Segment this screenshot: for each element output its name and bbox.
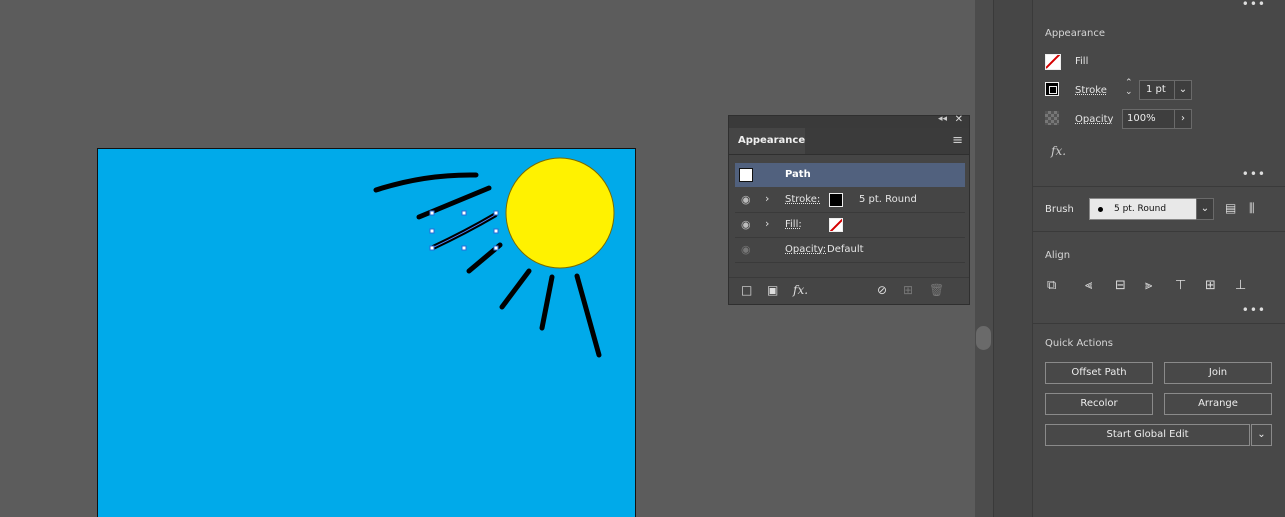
brush-value: 5 pt. Round: [1114, 204, 1167, 214]
add-stroke-icon[interactable]: □: [741, 283, 752, 297]
chevron-down-icon[interactable]: ⌄: [1251, 424, 1272, 446]
vertical-scrollbar[interactable]: [975, 0, 993, 517]
target-label: Path: [785, 169, 811, 180]
chevron-right-icon[interactable]: ›: [765, 192, 769, 205]
brush-dropdown[interactable]: 5 pt. Round: [1089, 198, 1197, 220]
panel-menu-icon[interactable]: ≡: [952, 133, 963, 148]
align-left-icon[interactable]: ⫷: [1085, 278, 1101, 294]
panel-footer: □ ▣ fx. ⊘ ⊞ 🗑: [729, 277, 969, 304]
quick-actions-section: Quick Actions Offset Path Join Recolor A…: [1033, 323, 1285, 463]
ray-down-left: [499, 268, 532, 310]
section-title: Align: [1045, 250, 1071, 261]
fill-swatch[interactable]: [1045, 54, 1061, 70]
visibility-eye-icon[interactable]: ◉: [741, 193, 755, 206]
opacity-row-value[interactable]: Default: [827, 244, 864, 255]
ray-down: [539, 274, 555, 331]
align-center-v-icon[interactable]: ⊞: [1205, 278, 1221, 294]
opacity-icon[interactable]: [1045, 111, 1059, 125]
fill-label: Fill: [1075, 56, 1089, 67]
ray-top-left: [373, 172, 479, 193]
align-right-icon[interactable]: ⫸: [1145, 278, 1161, 294]
stroke-row[interactable]: ◉ › Stroke: 5 pt. Round: [735, 188, 965, 213]
opacity-label[interactable]: Opacity: [1075, 114, 1113, 125]
brush-label: Brush: [1045, 204, 1074, 215]
collapse-icon[interactable]: ◂◂: [938, 114, 947, 124]
join-button[interactable]: Join: [1164, 362, 1272, 384]
chevron-right-icon[interactable]: ›: [765, 217, 769, 230]
tab-appearance[interactable]: Appearance: [729, 128, 805, 154]
properties-panel[interactable]: ••• Appearance Fill Stroke ⌃ ⌄ 1 pt ⌄ Opa…: [1032, 0, 1285, 517]
fill-none-swatch[interactable]: [829, 218, 843, 232]
appearance-panel[interactable]: ◂◂ ✕ Appearance ≡ Path ◉ › Stroke: 5 pt.…: [728, 114, 970, 305]
align-to-icon[interactable]: ⧉: [1047, 278, 1063, 294]
stroke-swatch[interactable]: [829, 193, 843, 207]
brush-libraries-icon[interactable]: ⫼: [1249, 201, 1255, 216]
opacity-row[interactable]: ◉ Opacity: Default: [735, 238, 965, 263]
align-top-icon[interactable]: ⊤: [1175, 278, 1191, 294]
fill-row[interactable]: ◉ › Fill:: [735, 213, 965, 238]
align-bottom-icon[interactable]: ⊥: [1235, 278, 1251, 294]
scroll-thumb[interactable]: [976, 326, 991, 350]
start-global-edit-button[interactable]: Start Global Edit: [1045, 424, 1250, 446]
more-options-icon[interactable]: •••: [1242, 0, 1266, 11]
stroke-swatch[interactable]: [1045, 82, 1059, 96]
path-thumbnail: [739, 168, 753, 182]
chevron-down-icon[interactable]: ⌄: [1174, 80, 1192, 100]
add-fill-icon[interactable]: ▣: [767, 283, 778, 297]
sun-shape: [505, 157, 615, 269]
section-title: Quick Actions: [1045, 338, 1113, 349]
recolor-button[interactable]: Recolor: [1045, 393, 1153, 415]
fill-row-label[interactable]: Fill:: [785, 219, 802, 230]
brush-options-icon[interactable]: ▤: [1225, 201, 1236, 215]
brush-section: Brush 5 pt. Round ⌄ ▤ ⫼: [1033, 186, 1285, 232]
ray-down-right: [574, 273, 602, 358]
visibility-eye-icon[interactable]: ◉: [741, 218, 755, 231]
appearance-section: Appearance Fill Stroke ⌃ ⌄ 1 pt ⌄ Opacity…: [1033, 14, 1285, 187]
more-options-icon[interactable]: •••: [1242, 303, 1266, 317]
stepper-icon[interactable]: ⌃ ⌄: [1125, 79, 1133, 97]
clear-appearance-icon[interactable]: ⊘: [877, 283, 887, 297]
panel-dock-strip: [993, 0, 1032, 517]
align-center-h-icon[interactable]: ⊟: [1115, 278, 1131, 294]
offset-path-button[interactable]: Offset Path: [1045, 362, 1153, 384]
panel-titlebar[interactable]: ◂◂ ✕: [729, 114, 969, 128]
chevron-down-icon[interactable]: ⌄: [1196, 198, 1214, 220]
fx-icon[interactable]: fx.: [793, 283, 808, 297]
stroke-value[interactable]: 5 pt. Round: [859, 194, 917, 205]
stroke-label[interactable]: Stroke: [1075, 85, 1107, 96]
duplicate-item-icon[interactable]: ⊞: [903, 283, 913, 297]
trash-icon[interactable]: 🗑: [929, 283, 944, 297]
fx-icon[interactable]: fx.: [1051, 144, 1066, 158]
stroke-row-label[interactable]: Stroke:: [785, 194, 820, 205]
opacity-row-label[interactable]: Opacity:: [785, 244, 826, 255]
target-row[interactable]: Path: [735, 163, 965, 187]
section-title: Appearance: [1045, 28, 1106, 39]
close-icon[interactable]: ✕: [955, 114, 963, 125]
visibility-eye-icon[interactable]: ◉: [741, 243, 755, 256]
arrange-button[interactable]: Arrange: [1164, 393, 1272, 415]
chevron-right-icon[interactable]: ›: [1174, 109, 1192, 129]
more-options-icon[interactable]: •••: [1242, 167, 1266, 181]
